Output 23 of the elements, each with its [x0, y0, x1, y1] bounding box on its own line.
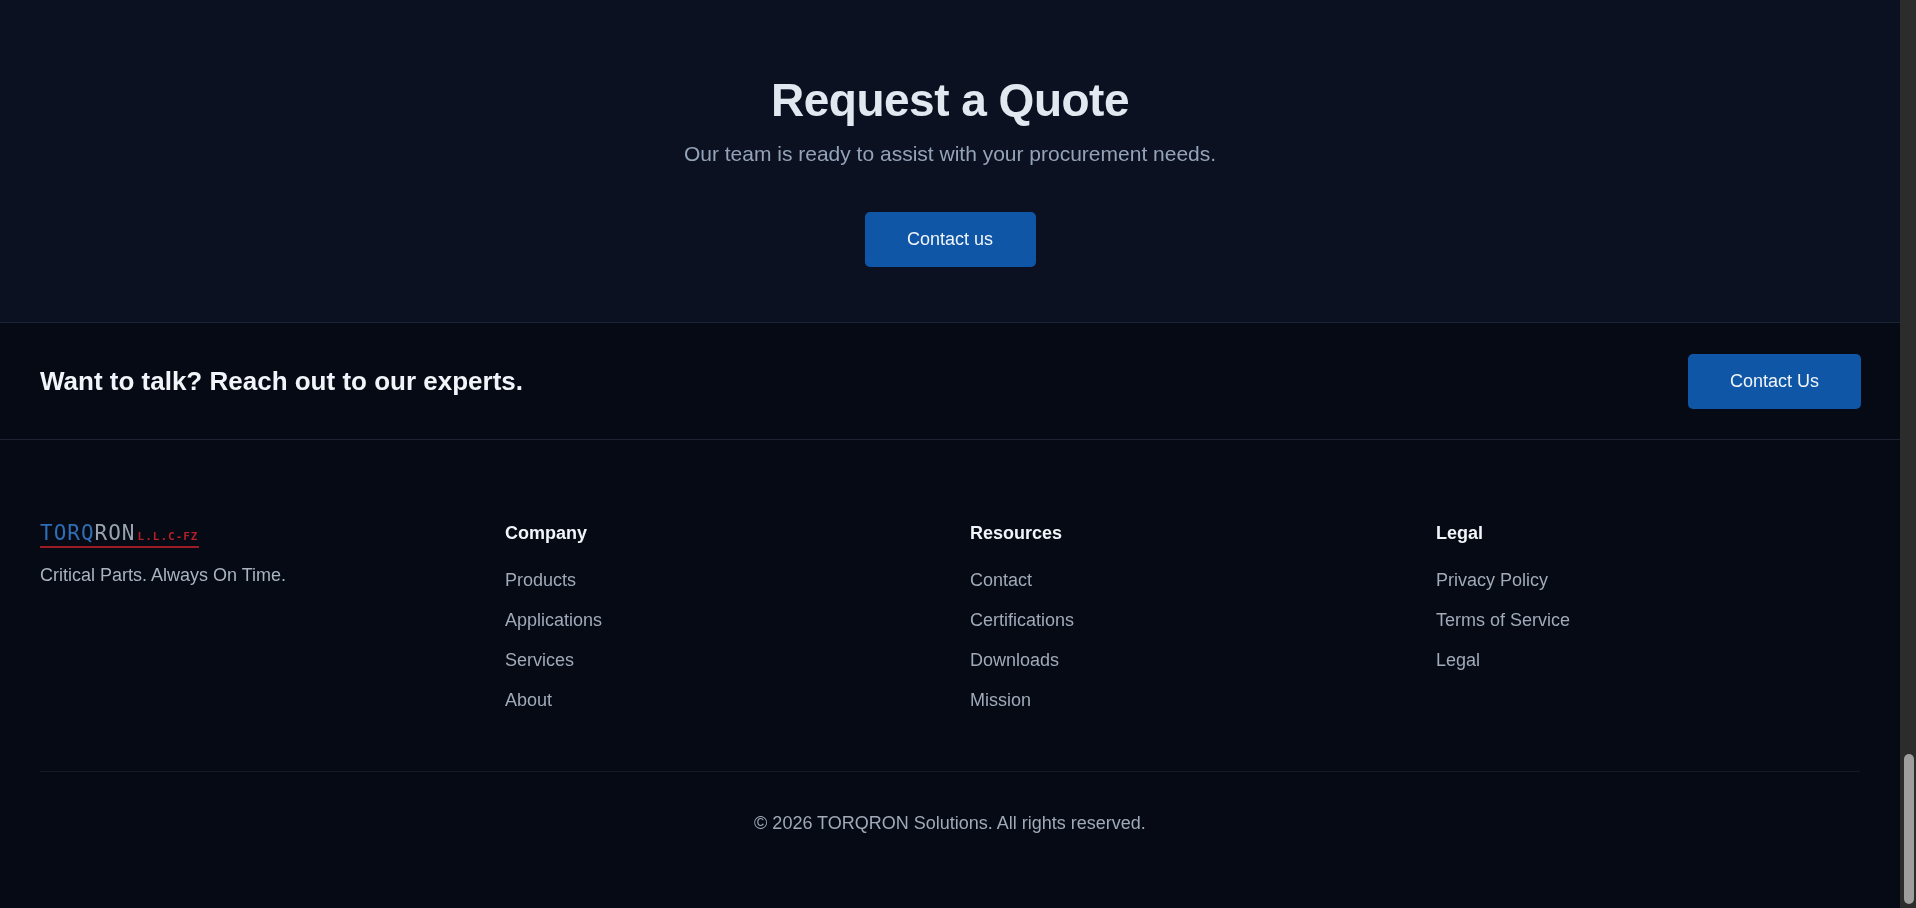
section-subtitle: Our team is ready to assist with your procurement needs.: [683, 141, 1217, 167]
footer-link[interactable]: Mission: [970, 688, 1031, 712]
footer-link[interactable]: Certifications: [970, 608, 1075, 632]
tagline: Critical Parts. Always On Time.: [40, 565, 288, 586]
column-heading: Legal: [1436, 522, 1484, 545]
footer-link[interactable]: Services: [505, 648, 575, 672]
footer-link[interactable]: Privacy Policy: [1436, 568, 1549, 592]
column-heading: Resources: [970, 522, 1064, 545]
company-logo[interactable]: TORQRON L.L.C-FZ: [40, 521, 199, 548]
footer-link[interactable]: Downloads: [970, 648, 1060, 672]
copyright-text: © 2026 TORQRON Solutions. All rights reserved.: [753, 812, 1147, 834]
footer-link[interactable]: Legal: [1436, 648, 1481, 672]
scrollbar-thumb[interactable]: [1904, 754, 1914, 904]
cta-text: Want to talk? Reach out to our experts.: [40, 365, 523, 397]
footer-link[interactable]: Terms of Service: [1436, 608, 1571, 632]
footer-link[interactable]: Products: [505, 568, 577, 592]
footer-link[interactable]: Contact: [970, 568, 1033, 592]
footer-link[interactable]: Applications: [505, 608, 603, 632]
contact-button[interactable]: Contact us: [864, 212, 1036, 267]
column-heading: Company: [505, 522, 588, 545]
footer-link[interactable]: About: [505, 688, 553, 712]
contact-button[interactable]: Contact Us: [1688, 353, 1861, 409]
section-title: Request a Quote: [771, 73, 1129, 128]
